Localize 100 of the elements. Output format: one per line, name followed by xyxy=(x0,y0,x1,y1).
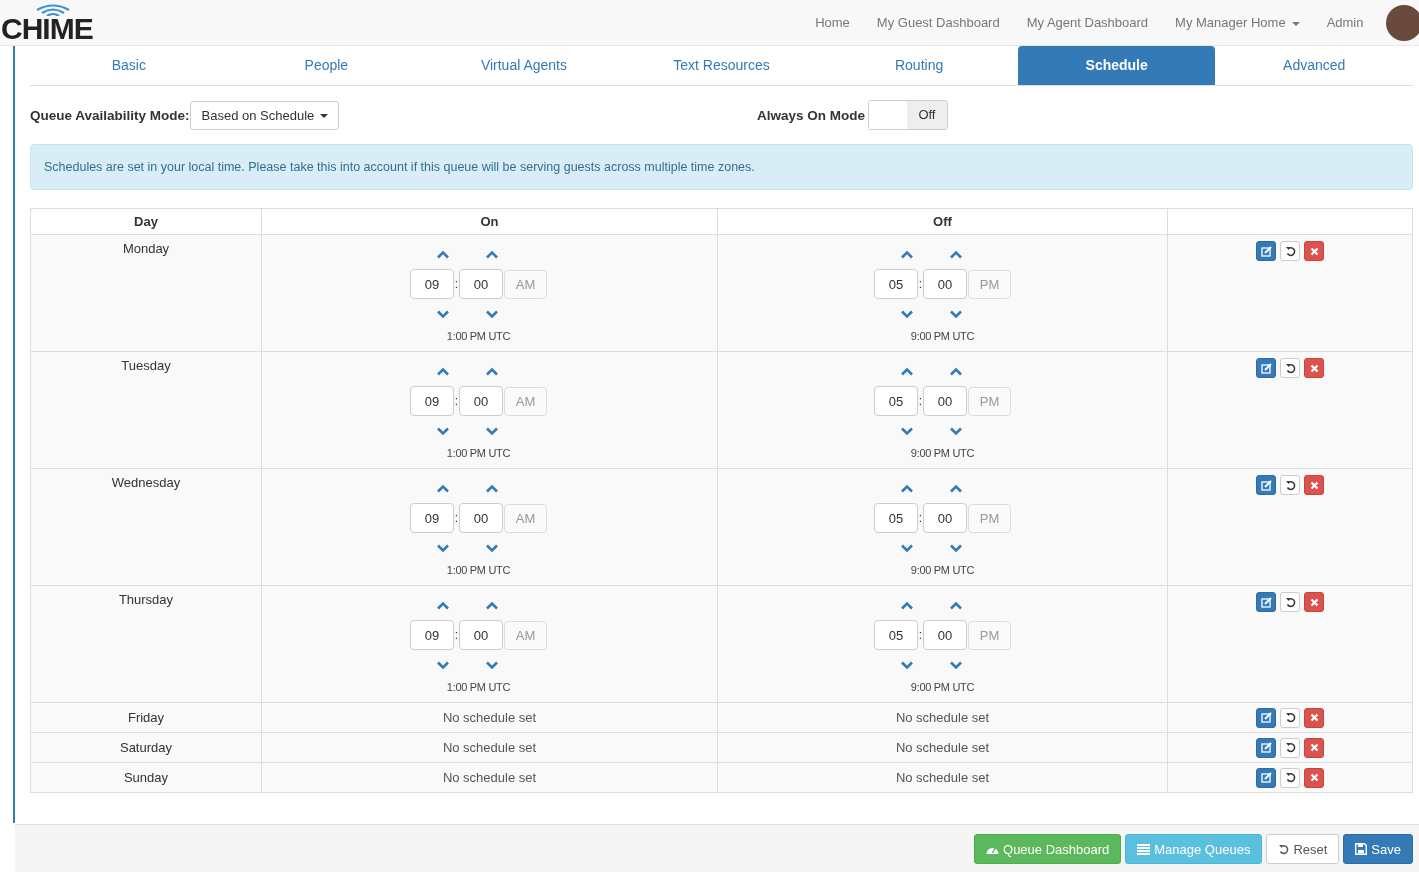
tab[interactable]: Virtual Agents xyxy=(425,46,623,85)
hour-input[interactable]: 09 xyxy=(410,386,454,416)
chevron-down-icon[interactable] xyxy=(436,543,450,553)
nav-link[interactable]: My Guest Dashboard xyxy=(863,15,1014,30)
footer-button[interactable]: Save xyxy=(1343,834,1413,864)
undo-button[interactable] xyxy=(1280,592,1300,612)
delete-button[interactable] xyxy=(1304,767,1324,788)
utc-time: 1:00 PM UTC xyxy=(446,330,511,342)
always-on-toggle[interactable]: Off xyxy=(867,100,948,130)
hour-input[interactable]: 09 xyxy=(410,620,454,650)
chevron-down-icon[interactable] xyxy=(949,309,963,319)
chevron-down-icon[interactable] xyxy=(436,660,450,670)
hour-input[interactable]: 05 xyxy=(874,386,918,416)
minute-input[interactable]: 00 xyxy=(923,269,967,299)
minute-input[interactable]: 00 xyxy=(923,386,967,416)
meridiem-button[interactable]: PM xyxy=(968,386,1011,416)
close-icon xyxy=(1309,743,1319,752)
undo-button[interactable] xyxy=(1280,737,1300,758)
edit-button[interactable] xyxy=(1256,475,1276,495)
chevron-down-icon[interactable] xyxy=(436,309,450,319)
minute-input[interactable]: 00 xyxy=(459,386,503,416)
hour-input[interactable]: 05 xyxy=(874,269,918,299)
availability-dropdown[interactable]: Based on Schedule xyxy=(189,100,339,130)
chevron-up-icon[interactable] xyxy=(485,483,499,493)
chevron-up-icon[interactable] xyxy=(949,366,963,376)
footer-button[interactable]: Reset xyxy=(1266,834,1340,864)
chevron-up-icon[interactable] xyxy=(436,249,450,259)
tab[interactable]: Advanced xyxy=(1215,46,1414,85)
nav-link[interactable]: My Manager Home xyxy=(1161,15,1314,30)
undo-button[interactable] xyxy=(1280,707,1300,728)
tab[interactable]: Text Resources xyxy=(622,46,821,85)
chevron-up-icon[interactable] xyxy=(485,600,499,610)
day-cell: Saturday xyxy=(119,740,172,755)
nav-link[interactable]: Admin xyxy=(1313,15,1377,30)
chevron-down-icon[interactable] xyxy=(485,543,499,553)
delete-button[interactable] xyxy=(1304,241,1324,261)
chevron-down-icon[interactable] xyxy=(900,543,914,553)
edit-button[interactable] xyxy=(1256,737,1276,758)
avatar[interactable] xyxy=(1386,4,1419,41)
chevron-down-icon[interactable] xyxy=(485,660,499,670)
undo-button[interactable] xyxy=(1280,358,1300,378)
tab[interactable]: Basic xyxy=(30,46,228,85)
edit-button[interactable] xyxy=(1256,707,1276,728)
edit-button[interactable] xyxy=(1256,767,1276,788)
meridiem-button[interactable]: AM xyxy=(504,503,547,533)
chevron-down-icon[interactable] xyxy=(949,543,963,553)
tab[interactable]: Routing xyxy=(820,46,1018,85)
chevron-down-icon[interactable] xyxy=(949,660,963,670)
edit-button[interactable] xyxy=(1256,358,1276,378)
chevron-up-icon[interactable] xyxy=(949,483,963,493)
delete-button[interactable] xyxy=(1304,475,1324,495)
minute-input[interactable]: 00 xyxy=(459,620,503,650)
colon-separator: : xyxy=(454,394,459,408)
nav-link[interactable]: My Agent Dashboard xyxy=(1013,15,1162,30)
minute-input[interactable]: 00 xyxy=(459,503,503,533)
chevron-down-icon[interactable] xyxy=(436,426,450,436)
tab[interactable]: Schedule xyxy=(1017,46,1216,85)
chevron-up-icon[interactable] xyxy=(949,600,963,610)
chevron-up-icon[interactable] xyxy=(900,600,914,610)
hour-input[interactable]: 05 xyxy=(874,503,918,533)
chevron-down-icon[interactable] xyxy=(485,426,499,436)
chevron-up-icon[interactable] xyxy=(949,249,963,259)
minute-input[interactable]: 00 xyxy=(923,620,967,650)
hour-input[interactable]: 09 xyxy=(410,269,454,299)
edit-button[interactable] xyxy=(1256,241,1276,261)
chevron-up-icon[interactable] xyxy=(436,600,450,610)
chevron-up-icon[interactable] xyxy=(900,483,914,493)
edit-button[interactable] xyxy=(1256,592,1276,612)
tab[interactable]: People xyxy=(227,46,426,85)
chevron-up-icon[interactable] xyxy=(436,483,450,493)
minute-input[interactable]: 00 xyxy=(459,269,503,299)
undo-icon xyxy=(1278,843,1290,855)
footer-button[interactable]: Queue Dashboard xyxy=(974,834,1122,864)
delete-button[interactable] xyxy=(1304,358,1324,378)
chevron-up-icon[interactable] xyxy=(900,249,914,259)
meridiem-button[interactable]: AM xyxy=(504,620,547,650)
chevron-down-icon[interactable] xyxy=(949,426,963,436)
meridiem-button[interactable]: PM xyxy=(968,503,1011,533)
chevron-down-icon[interactable] xyxy=(900,660,914,670)
undo-button[interactable] xyxy=(1280,475,1300,495)
undo-button[interactable] xyxy=(1280,241,1300,261)
hour-input[interactable]: 05 xyxy=(874,620,918,650)
minute-input[interactable]: 00 xyxy=(923,503,967,533)
chevron-up-icon[interactable] xyxy=(485,249,499,259)
meridiem-button[interactable]: AM xyxy=(504,386,547,416)
chevron-down-icon[interactable] xyxy=(900,426,914,436)
delete-button[interactable] xyxy=(1304,707,1324,728)
nav-link[interactable]: Home xyxy=(801,15,864,30)
delete-button[interactable] xyxy=(1304,737,1324,758)
meridiem-button[interactable]: AM xyxy=(504,269,547,299)
chevron-up-icon[interactable] xyxy=(436,366,450,376)
meridiem-button[interactable]: PM xyxy=(968,269,1011,299)
chevron-down-icon[interactable] xyxy=(900,309,914,319)
chevron-down-icon[interactable] xyxy=(485,309,499,319)
meridiem-button[interactable]: PM xyxy=(968,620,1011,650)
hour-input[interactable]: 09 xyxy=(410,503,454,533)
delete-button[interactable] xyxy=(1304,592,1324,612)
chevron-up-icon[interactable] xyxy=(485,366,499,376)
undo-button[interactable] xyxy=(1280,767,1300,788)
chevron-up-icon[interactable] xyxy=(900,366,914,376)
